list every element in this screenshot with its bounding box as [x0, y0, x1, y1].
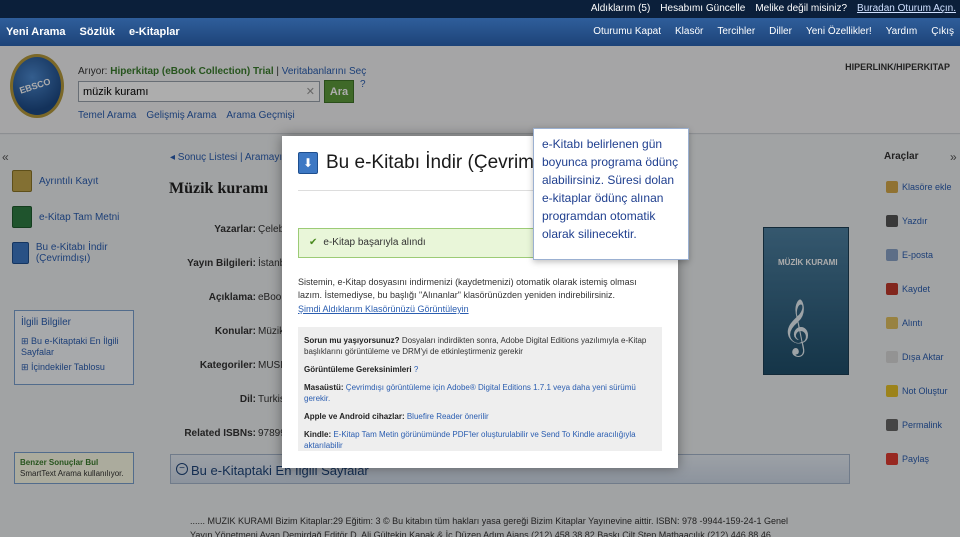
nav-bar: Yeni Arama Sözlük e-Kitaplar Oturumu Kap…	[0, 18, 960, 46]
view-checkouts-link[interactable]: Şimdi Aldıklarım Klasörünüzü Görüntüleyi…	[298, 304, 469, 314]
callout-note: e-Kitabı belirlenen gün boyunca programa…	[533, 128, 689, 260]
kindle-label: Kindle:	[304, 430, 332, 439]
nav-ebooks[interactable]: e-Kitaplar	[129, 26, 180, 38]
top-bar: Aldıklarım (5) Hesabımı Güncelle Melike …	[0, 0, 960, 18]
nav-new-features[interactable]: Yeni Özellikler!	[806, 26, 872, 37]
nav-folder[interactable]: Klasör	[675, 26, 703, 37]
desktop-label: Masaüstü:	[304, 383, 344, 392]
download-icon: ⬇	[298, 152, 318, 174]
nav-languages[interactable]: Diller	[769, 26, 792, 37]
help-box: Sorun mu yaşıyorsunuz? Dosyaları indirdi…	[298, 327, 662, 451]
mobile-link[interactable]: Bluefire Reader önerilir	[407, 412, 489, 421]
success-text: e-Kitap başarıyla alındı	[323, 237, 426, 248]
nav-logout[interactable]: Oturumu Kapat	[593, 26, 661, 37]
nav-exit[interactable]: Çıkış	[931, 26, 954, 37]
my-items-link[interactable]: Aldıklarım (5)	[591, 3, 650, 14]
sign-in-link[interactable]: Buradan Oturum Açın.	[857, 3, 956, 14]
update-account-link[interactable]: Hesabımı Güncelle	[660, 3, 745, 14]
nav-help[interactable]: Yardım	[886, 26, 918, 37]
nav-new-search[interactable]: Yeni Arama	[6, 26, 66, 38]
not-user-link[interactable]: Melike değil misiniz?	[755, 3, 847, 14]
requirements-help-icon[interactable]: ?	[414, 365, 418, 374]
requirements-title: Görüntüleme Gereksinimleri	[304, 365, 412, 374]
nav-dictionary[interactable]: Sözlük	[80, 26, 115, 38]
help-question: Sorun mu yaşıyorsunuz?	[304, 336, 400, 345]
check-icon: ✔	[309, 237, 318, 248]
modal-paragraph: Sistemin, e-Kitap dosyasını indirmenizi …	[298, 277, 637, 300]
desktop-link[interactable]: Çevrimdışı görüntüleme için Adobe® Digit…	[304, 383, 636, 403]
mobile-label: Apple ve Android cihazlar:	[304, 412, 405, 421]
modal-header: ⬇ Bu e-Kitabı İndir (Çevrimdışı)	[298, 152, 571, 174]
nav-preferences[interactable]: Tercihler	[717, 26, 755, 37]
kindle-link[interactable]: E-Kitap Tam Metin görünümünde PDF'ler ol…	[304, 430, 636, 450]
